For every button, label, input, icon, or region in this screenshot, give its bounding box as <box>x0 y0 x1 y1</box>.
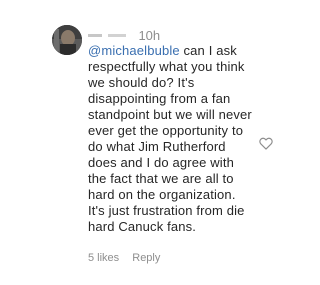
comment-text-first: can I ask <box>179 43 237 58</box>
comment-header: 10h <box>88 27 161 44</box>
mention-link[interactable]: @michaelbuble <box>88 43 180 58</box>
comment-line: disappointing from a fan <box>88 91 231 106</box>
comment-line: the fact that we are all to <box>88 171 234 186</box>
heart-icon[interactable] <box>259 137 273 150</box>
comment-line: It's just frustration from die <box>88 203 245 218</box>
comment-text: @michaelbuble can I ask respectfully wha… <box>88 43 278 235</box>
comment-line: does and I do agree with <box>88 155 234 170</box>
comment-line: do what Jim Rutherford <box>88 139 226 154</box>
comment-line: we should do? It's <box>88 75 195 90</box>
avatar-image <box>52 25 82 55</box>
comment-actions: 5 likes Reply <box>88 252 160 264</box>
avatar[interactable] <box>52 25 82 55</box>
comment-panel: ▔▔▔▔ ▔ ▔▔▔ 10h @michaelbuble can I ask r… <box>0 0 300 285</box>
previous-comment-meta: ▔▔▔▔ ▔ ▔▔▔ <box>96 0 182 6</box>
comment-time: 10h <box>138 28 161 44</box>
likes-count[interactable]: 5 likes <box>88 252 119 264</box>
comment-line: hard on the organization. <box>88 187 236 202</box>
comment-line: @michaelbuble can I ask <box>88 43 278 59</box>
username-obscured[interactable] <box>88 30 132 42</box>
comment-line: ever get the opportunity to <box>88 123 244 138</box>
comment-line: standpoint but we will never <box>88 107 252 122</box>
comment-line: hard Canuck fans. <box>88 219 197 234</box>
comment-line: respectfully what you think <box>88 59 245 74</box>
reply-button[interactable]: Reply <box>132 252 160 264</box>
